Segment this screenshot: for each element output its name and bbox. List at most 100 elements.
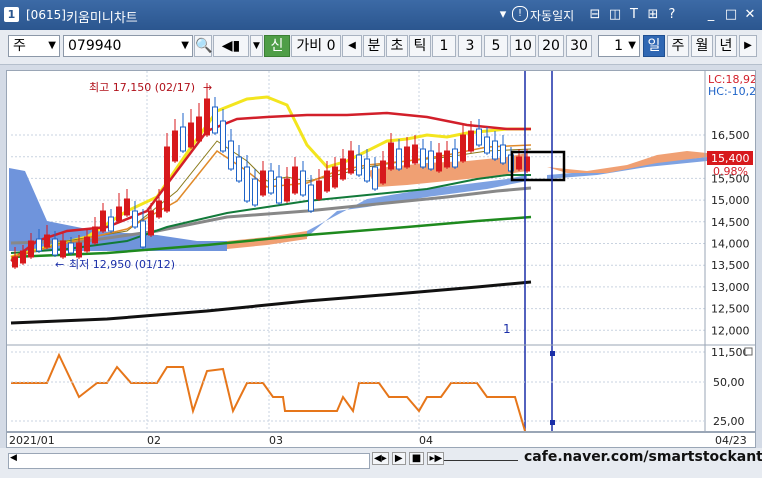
zoom-slider[interactable] <box>444 460 518 461</box>
candle-body <box>116 206 122 222</box>
candle-body <box>444 150 450 168</box>
candle-body <box>180 126 186 152</box>
candle-body <box>348 150 354 174</box>
chevron-right-icon[interactable]: ▶ <box>739 35 757 57</box>
year-button[interactable]: 년 <box>715 35 737 57</box>
info-icon[interactable]: ! <box>512 6 528 22</box>
candle-body <box>300 170 306 196</box>
search-icon[interactable]: 🔍 <box>194 35 212 57</box>
scroll-left-icon[interactable]: ◀ <box>10 453 17 463</box>
window-icon[interactable]: ◫ <box>606 6 624 23</box>
candle-body <box>380 160 386 184</box>
candle-body <box>436 152 442 172</box>
candle-body <box>388 142 394 170</box>
candle-body <box>268 170 274 194</box>
candle-body <box>452 148 458 168</box>
unit-sec-button[interactable]: 초 <box>386 35 408 57</box>
interval-button[interactable]: 20 <box>538 35 564 57</box>
candle-body <box>460 134 466 162</box>
maximize-icon[interactable]: □ <box>722 6 740 23</box>
interval-button[interactable]: 3 <box>458 35 482 57</box>
day-button[interactable]: 일 <box>643 35 665 57</box>
next-icon[interactable]: ▸▶ <box>427 452 445 465</box>
candle-body <box>212 106 218 134</box>
playback-controls[interactable]: ◀▸ ▶ ■ ▸▶ <box>372 452 445 465</box>
candle-body <box>476 128 482 146</box>
price-button[interactable]: 가비 0 <box>291 35 341 57</box>
candle-body <box>500 144 506 164</box>
candle-body <box>12 256 18 268</box>
grid-icon[interactable]: ⊞ <box>644 6 662 23</box>
chevron-left-icon[interactable]: ◀ <box>342 35 362 57</box>
count-input[interactable]: 1 ▼ <box>598 35 640 57</box>
stock-code-input[interactable]: 079940 ▼ <box>63 35 193 57</box>
candle-body <box>468 130 474 152</box>
interval-button[interactable]: 10 <box>510 35 536 57</box>
oscillator-line <box>11 352 526 431</box>
price-tick: 15,000 <box>711 194 750 207</box>
candle-body <box>172 130 178 162</box>
candle-body <box>244 166 250 202</box>
price-tick: 13,500 <box>711 259 750 272</box>
price-tick: 11,500 <box>711 346 750 359</box>
date-axis: 2021/01 02 03 04 04/23 <box>6 432 756 448</box>
auto-journal-label[interactable]: 자동일지 <box>530 7 574 24</box>
price-tick: 12,000 <box>711 324 750 337</box>
pane-toggle-icon[interactable] <box>744 347 753 356</box>
candle-body <box>148 210 154 236</box>
chevron-down-icon[interactable]: ▼ <box>250 35 263 57</box>
interval-button[interactable]: 1 <box>432 35 456 57</box>
new-button[interactable]: 신 <box>264 35 290 57</box>
cursor-handle[interactable] <box>550 351 555 356</box>
marker-label: 1 <box>503 322 511 336</box>
speaker-icon[interactable]: ◀▮ <box>213 35 249 57</box>
candle-body <box>60 240 66 258</box>
text-icon[interactable]: T <box>625 6 643 23</box>
minimize-icon[interactable]: _ <box>702 6 720 23</box>
toolbar: 주 ▼ 079940 ▼ 🔍 ◀▮ ▼ 신 가비 0 ◀ 분 초 틱 1 3 5 1… <box>0 30 762 65</box>
chevron-down-icon: ▼ <box>181 40 189 51</box>
down-arrow-icon[interactable]: ▾ <box>494 6 512 23</box>
period-select[interactable]: 주 ▼ <box>8 35 60 57</box>
price-label: 가비 <box>296 38 323 54</box>
unit-tick-button[interactable]: 틱 <box>409 35 431 57</box>
horizontal-scrollbar[interactable]: ◀ <box>8 453 370 469</box>
month-button[interactable]: 월 <box>691 35 713 57</box>
unit-min-button[interactable]: 분 <box>363 35 385 57</box>
osc-tick: 50,00 <box>713 376 745 389</box>
price-tick: 13,000 <box>711 281 750 294</box>
cursor-handle[interactable] <box>550 420 555 425</box>
close-icon[interactable]: ✕ <box>741 6 759 23</box>
candle-body <box>140 220 146 248</box>
candle-body <box>108 216 114 232</box>
candle-body <box>124 198 130 216</box>
play-icon[interactable]: ▶ <box>391 452 406 465</box>
high-arrow-icon: → <box>203 81 212 94</box>
interval-button[interactable]: 5 <box>484 35 508 57</box>
candle-body <box>340 158 346 180</box>
count-value: 1 <box>614 38 623 54</box>
ma-line-black <box>10 280 532 325</box>
hc-label: HC:-10,2 <box>708 85 755 98</box>
osc-tick: 25,00 <box>713 415 745 428</box>
chart-svg: 최고 17,150 (02/17) → ← 최저 12,950 (01/12) … <box>7 71 755 431</box>
price-value: 0 <box>326 38 336 54</box>
layout-icon[interactable]: ⊟ <box>586 6 604 23</box>
week-button[interactable]: 주 <box>667 35 689 57</box>
low-label: 최저 12,950 (01/12) <box>69 258 175 271</box>
question-icon[interactable]: ? <box>663 6 681 23</box>
candle-body <box>44 234 50 248</box>
ichimoku-cloud-blue-2 <box>307 175 527 237</box>
price-tick: 14,500 <box>711 216 750 229</box>
candle-body <box>156 200 162 218</box>
candle-body <box>132 210 138 228</box>
candle-body <box>36 238 42 252</box>
prev-icon[interactable]: ◀▸ <box>372 452 389 465</box>
price-tick: 16,500 <box>711 129 750 142</box>
stop-icon[interactable]: ■ <box>408 452 425 465</box>
chart-panel[interactable]: 최고 17,150 (02/17) → ← 최저 12,950 (01/12) … <box>6 70 756 432</box>
candle-body <box>204 98 210 136</box>
screen-code: [0615] <box>26 8 66 22</box>
interval-button[interactable]: 30 <box>566 35 592 57</box>
candle-body <box>516 156 522 170</box>
